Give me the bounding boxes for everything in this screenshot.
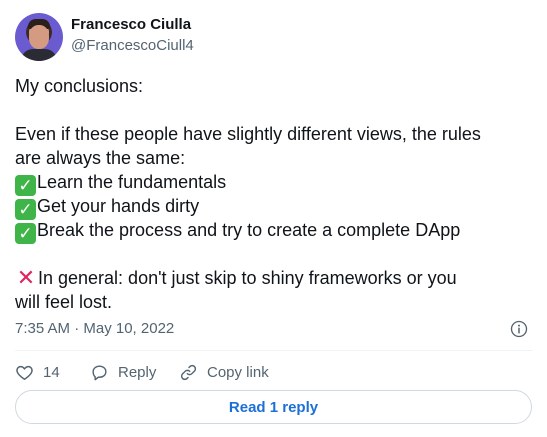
copy-link-button[interactable]: Copy link: [179, 363, 309, 382]
tweet-list-item: ✓ Get your hands dirty: [15, 194, 535, 220]
check-mark-icon: ✓: [15, 199, 36, 220]
action-bar: 14 Reply Copy link: [15, 361, 309, 383]
check-mark-icon: ✓: [15, 175, 36, 196]
link-icon: [180, 364, 197, 380]
list-item-text: Get your hands dirty: [37, 196, 200, 216]
tweet-line: Even if these people have slightly diffe…: [15, 124, 481, 144]
tweet-line: will feel lost.: [15, 292, 113, 312]
tweet-list-item: ✓ Learn the fundamentals: [15, 170, 535, 196]
list-item-text: Learn the fundamentals: [37, 172, 227, 192]
avatar[interactable]: [15, 13, 63, 61]
tweet-text: My conclusions: Even if these people hav…: [15, 74, 535, 314]
reply-label: Reply: [118, 363, 157, 381]
tweet-spacer: [15, 242, 535, 266]
reply-icon: [92, 364, 107, 380]
avatar-face: [29, 25, 49, 49]
author-handle[interactable]: @FrancescoCiull4: [71, 37, 194, 54]
copy-link-label: Copy link: [207, 363, 269, 381]
like-button[interactable]: 14: [15, 363, 90, 382]
tweet-list-item: ✓ Break the process and try to create a c…: [15, 218, 535, 244]
tweet-line: My conclusions:: [15, 76, 144, 96]
cross-mark-icon: ✕: [16, 265, 36, 290]
heart-icon: [16, 365, 33, 380]
avatar-shirt: [21, 49, 57, 61]
tweet-line: are always the same:: [15, 148, 186, 168]
tweet-line: ✕ In general: don't just skip to shiny fr…: [15, 266, 535, 290]
tweet-spacer: [15, 98, 535, 122]
tweet-card: Francesco Ciulla @FrancescoCiull4 My con…: [0, 0, 547, 437]
info-icon[interactable]: [510, 320, 528, 338]
author-name[interactable]: Francesco Ciulla: [71, 16, 191, 33]
like-count: 14: [43, 363, 60, 381]
read-replies-button[interactable]: Read 1 reply: [15, 390, 532, 424]
warning-text: In general: don't just skip to shiny fra…: [38, 268, 457, 288]
reply-button[interactable]: Reply: [90, 363, 179, 382]
tweet-timestamp[interactable]: 7:35 AM · May 10, 2022: [15, 320, 174, 337]
check-mark-icon: ✓: [15, 223, 36, 244]
divider: [15, 350, 532, 351]
list-item-text: Break the process and try to create a co…: [37, 220, 461, 240]
